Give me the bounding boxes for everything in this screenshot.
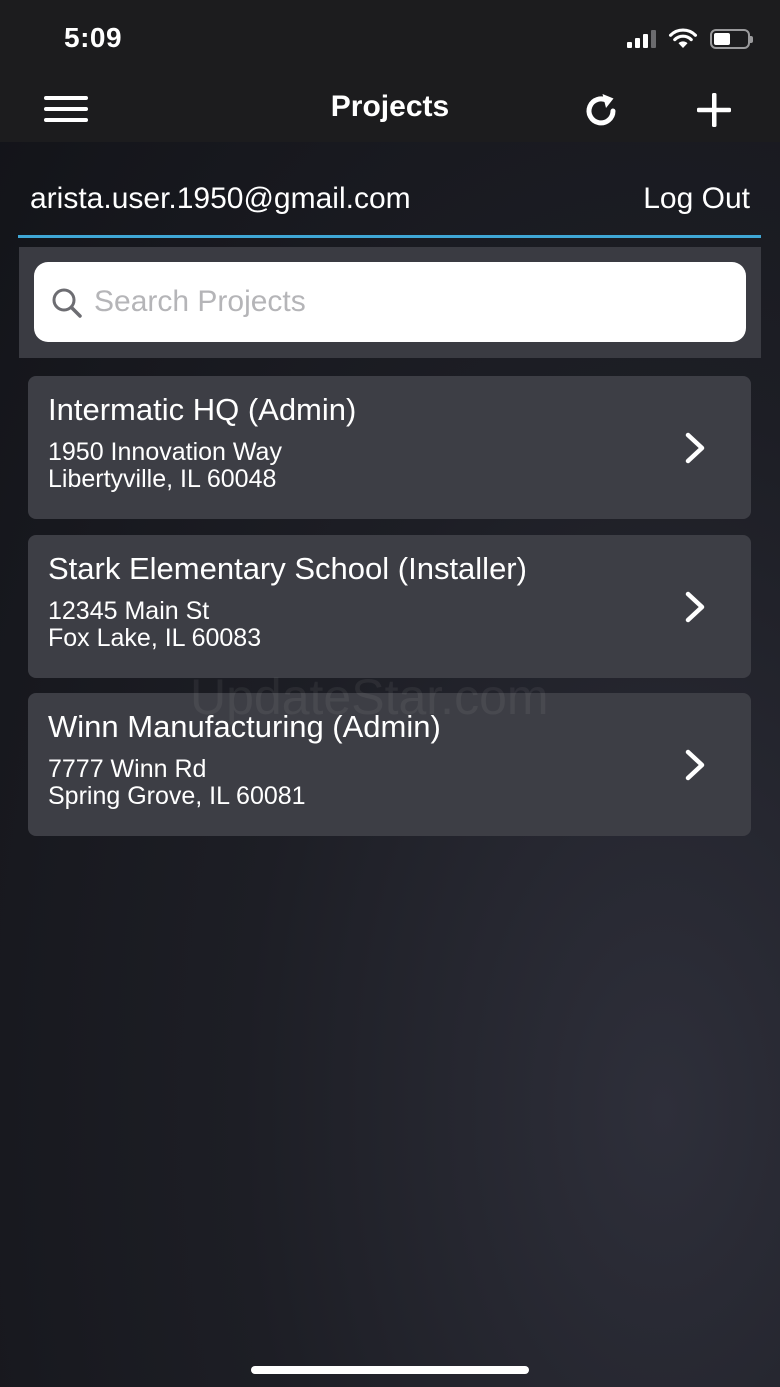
chevron-right-icon <box>685 432 705 464</box>
account-email: arista.user.1950@gmail.com <box>30 182 411 215</box>
status-time: 5:09 <box>64 22 123 53</box>
status-bar: 5:09 <box>0 0 780 78</box>
cellular-signal-icon <box>627 30 656 48</box>
battery-icon <box>710 29 753 49</box>
project-address-line2: Fox Lake, IL 60083 <box>48 624 262 652</box>
project-card[interactable]: Stark Elementary School (Installer) 1234… <box>28 535 751 678</box>
nav-bar: Projects <box>0 78 780 142</box>
project-card[interactable]: Winn Manufacturing (Admin) 7777 Winn Rd … <box>28 693 751 836</box>
logout-button[interactable]: Log Out <box>643 182 750 216</box>
wifi-icon <box>669 28 697 48</box>
plus-icon[interactable] <box>694 90 734 130</box>
chevron-right-icon <box>685 749 705 781</box>
project-address-line2: Spring Grove, IL 60081 <box>48 782 306 810</box>
project-name: Winn Manufacturing (Admin) <box>48 709 441 744</box>
chevron-right-icon <box>685 591 705 623</box>
project-name: Stark Elementary School (Installer) <box>48 551 527 586</box>
page-title: Projects <box>330 90 450 123</box>
project-address-line1: 12345 Main St <box>48 597 210 625</box>
search-input[interactable] <box>94 276 714 328</box>
home-indicator <box>251 1366 529 1374</box>
refresh-icon[interactable] <box>580 90 622 132</box>
search-box[interactable] <box>34 262 746 342</box>
project-address-line1: 1950 Innovation Way <box>48 438 282 466</box>
project-name: Intermatic HQ (Admin) <box>48 392 357 427</box>
search-icon <box>52 288 82 318</box>
project-address-line2: Libertyville, IL 60048 <box>48 465 277 493</box>
status-icons <box>627 26 753 52</box>
account-row: arista.user.1950@gmail.com Log Out <box>18 160 761 238</box>
search-panel <box>19 247 761 358</box>
project-address-line1: 7777 Winn Rd <box>48 755 207 783</box>
project-card[interactable]: Intermatic HQ (Admin) 1950 Innovation Wa… <box>28 376 751 519</box>
